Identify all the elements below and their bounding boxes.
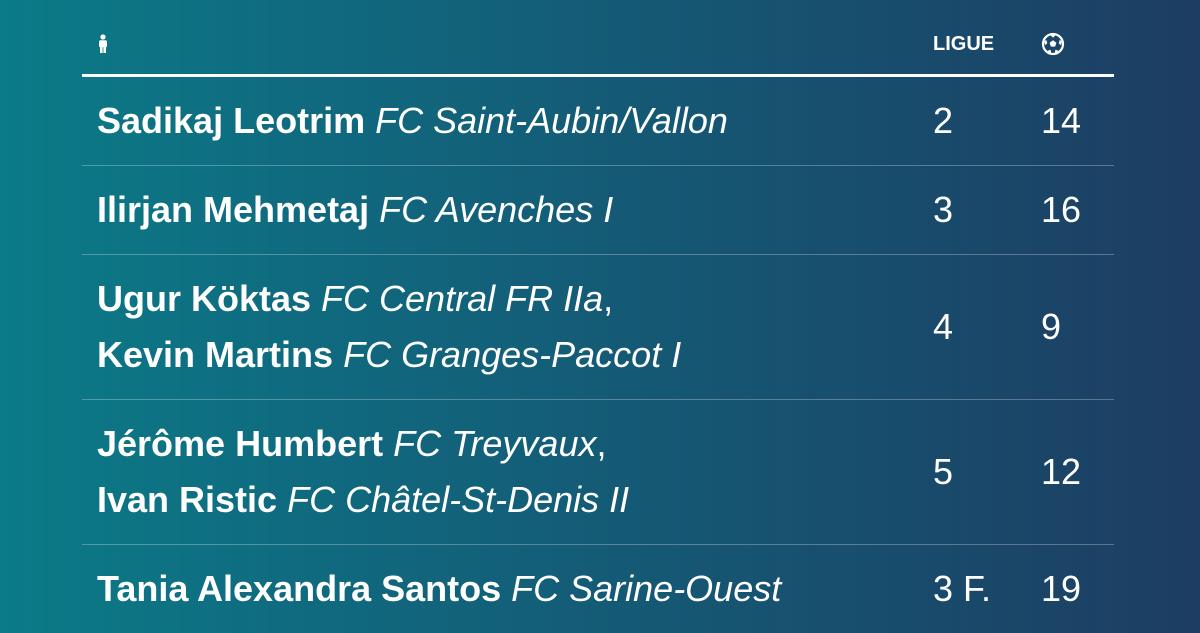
player-name: Jérôme Humbert [97,423,384,464]
goals-value: 19 [1041,568,1082,609]
player-line: Kevin Martins FC Granges-Paccot I [97,327,681,383]
player-name: Ilirjan Mehmetaj [97,189,370,230]
goals-value: 14 [1041,100,1082,141]
players-cell: Jérôme Humbert FC Treyvaux, Ivan Ristic … [97,400,629,544]
ligue-value: 5 [933,451,954,492]
person-icon [96,34,110,54]
player-name: Kevin Martins [97,334,334,375]
player-name: Tania Alexandra Santos [97,568,502,609]
ligue-value: 2 [933,100,954,141]
players-cell: Sadikaj Leotrim FC Saint-Aubin/Vallon [97,77,728,165]
player-name: Ugur Köktas [97,278,312,319]
club-name: FC Saint-Aubin/Vallon [375,100,728,141]
player-line: Jérôme Humbert FC Treyvaux, [97,416,629,472]
separator: , [603,278,614,319]
goals-value: 9 [1041,306,1062,347]
soccer-ball-icon [1041,32,1065,56]
player-line: Ivan Ristic FC Châtel-St-Denis II [97,472,629,528]
ligue-value: 3 F. [933,568,992,609]
club-name: FC Central FR IIa [321,278,604,319]
players-cell: Ilirjan Mehmetaj FC Avenches I [97,166,613,254]
scorers-table: LIGUE Sadikaj Leotrim FC Saint-Aubin/Val… [82,0,1114,633]
separator: , [596,423,607,464]
ligue-column-header: LIGUE [933,33,995,55]
goals-value: 12 [1041,451,1082,492]
club-name: FC Avenches I [379,189,614,230]
table-row: Ugur Köktas FC Central FR IIa, Kevin Mar… [82,255,1114,400]
table-header: LIGUE [82,0,1114,77]
club-name: FC Treyvaux [393,423,597,464]
table-row: Tania Alexandra Santos FC Sarine-Ouest 3… [82,545,1114,633]
player-line: Ilirjan Mehmetaj FC Avenches I [97,182,613,238]
ligue-value: 4 [933,306,954,347]
player-line: Tania Alexandra Santos FC Sarine-Ouest [97,561,781,617]
players-cell: Tania Alexandra Santos FC Sarine-Ouest [97,545,781,633]
players-cell: Ugur Köktas FC Central FR IIa, Kevin Mar… [97,255,681,399]
ligue-value: 3 [933,189,954,230]
player-line: Sadikaj Leotrim FC Saint-Aubin/Vallon [97,93,728,149]
player-name: Sadikaj Leotrim [97,100,366,141]
table-row: Ilirjan Mehmetaj FC Avenches I 3 16 [82,166,1114,255]
player-line: Ugur Köktas FC Central FR IIa, [97,271,681,327]
player-name: Ivan Ristic [97,479,278,520]
goals-value: 16 [1041,189,1082,230]
club-name: FC Granges-Paccot I [343,334,682,375]
club-name: FC Châtel-St-Denis II [287,479,630,520]
club-name: FC Sarine-Ouest [511,568,782,609]
table-row: Sadikaj Leotrim FC Saint-Aubin/Vallon 2 … [82,77,1114,166]
table-row: Jérôme Humbert FC Treyvaux, Ivan Ristic … [82,400,1114,545]
